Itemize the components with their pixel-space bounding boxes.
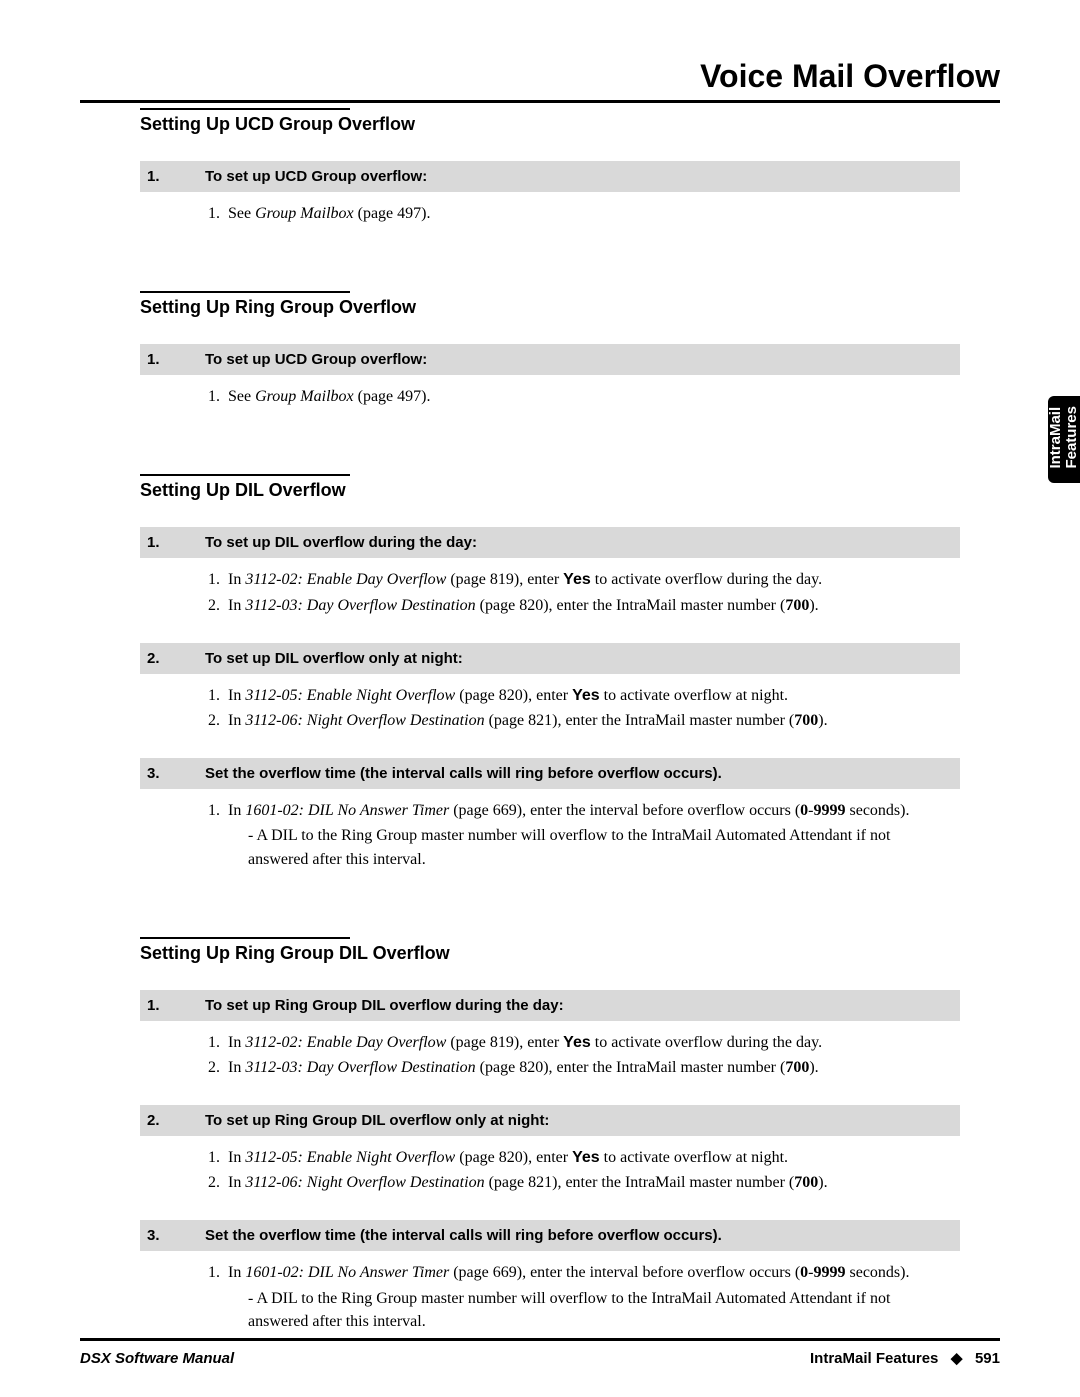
section-heading: Setting Up Ring Group DIL Overflow — [140, 943, 960, 964]
step-list: See Group Mailbox (page 497). — [198, 202, 950, 225]
step-body: See Group Mailbox (page 497). — [140, 375, 960, 434]
step-list: In 3112-02: Enable Day Overflow (page 81… — [198, 568, 950, 616]
step-header: 1.To set up UCD Group overflow: — [140, 161, 960, 192]
section: Setting Up DIL Overflow1.To set up DIL o… — [140, 474, 960, 896]
step-number: 1. — [141, 991, 205, 1020]
footer-rule — [80, 1338, 1000, 1341]
page: Voice Mail Overflow IntraMailFeatures Se… — [0, 0, 1080, 1397]
step-body: In 1601-02: DIL No Answer Timer (page 66… — [140, 1251, 960, 1359]
step-list-item: In 3112-03: Day Overflow Destination (pa… — [224, 594, 950, 617]
page-title: Voice Mail Overflow — [700, 58, 1000, 95]
step-list-item: In 3112-05: Enable Night Overflow (page … — [224, 684, 950, 707]
section-rule — [140, 291, 350, 293]
step-list-item: In 3112-06: Night Overflow Destination (… — [224, 1171, 950, 1194]
step-title: To set up DIL overflow only at night: — [205, 644, 959, 673]
side-tab-label: IntraMailFeatures — [1048, 406, 1080, 469]
section: Setting Up Ring Group DIL Overflow1.To s… — [140, 937, 960, 1359]
footer-right: IntraMail Features ◆ 591 — [810, 1349, 1000, 1367]
footer: DSX Software Manual IntraMail Features ◆… — [80, 1349, 1000, 1367]
title-rule — [80, 100, 1000, 103]
step-header: 1.To set up DIL overflow during the day: — [140, 527, 960, 558]
step-list: In 3112-05: Enable Night Overflow (page … — [198, 1146, 950, 1194]
section-heading: Setting Up Ring Group Overflow — [140, 297, 960, 318]
step-title: To set up UCD Group overflow: — [205, 345, 959, 374]
step-body: In 3112-05: Enable Night Overflow (page … — [140, 1136, 960, 1220]
step-number: 3. — [141, 1221, 205, 1250]
step-list-item: In 1601-02: DIL No Answer Timer (page 66… — [224, 799, 950, 871]
step-list-item: In 3112-02: Enable Day Overflow (page 81… — [224, 1031, 950, 1054]
step-number: 1. — [141, 528, 205, 557]
step-header: 1.To set up UCD Group overflow: — [140, 344, 960, 375]
step-list-item: In 3112-05: Enable Night Overflow (page … — [224, 1146, 950, 1169]
step-list-item: In 3112-06: Night Overflow Destination (… — [224, 709, 950, 732]
footer-diamond-icon: ◆ — [951, 1350, 963, 1367]
section: Setting Up UCD Group Overflow 1.To set up… — [140, 108, 960, 251]
step-header: 3.Set the overflow time (the interval ca… — [140, 758, 960, 789]
footer-section-label: IntraMail Features — [810, 1350, 938, 1367]
step-number: 2. — [141, 644, 205, 673]
step-sublist-item: A DIL to the Ring Group master number wi… — [248, 1287, 950, 1333]
section: Setting Up Ring Group Overflow 1.To set u… — [140, 291, 960, 434]
step-number: 1. — [141, 162, 205, 191]
step-list-item: In 1601-02: DIL No Answer Timer (page 66… — [224, 1261, 950, 1333]
step-list: In 1601-02: DIL No Answer Timer (page 66… — [198, 1261, 950, 1333]
step-list-item: See Group Mailbox (page 497). — [224, 385, 950, 408]
step-list-item: In 3112-03: Day Overflow Destination (pa… — [224, 1056, 950, 1079]
section-rule — [140, 474, 350, 476]
step-body: In 3112-05: Enable Night Overflow (page … — [140, 674, 960, 758]
section-rule — [140, 108, 350, 110]
step-list-item: See Group Mailbox (page 497). — [224, 202, 950, 225]
section-heading: Setting Up UCD Group Overflow — [140, 114, 960, 135]
step-title: To set up Ring Group DIL overflow during… — [205, 991, 959, 1020]
section-gap — [140, 434, 960, 474]
step-title: To set up Ring Group DIL overflow only a… — [205, 1106, 959, 1135]
step-sublist-item: A DIL to the Ring Group master number wi… — [248, 824, 950, 870]
section-rule — [140, 937, 350, 939]
step-body: In 3112-02: Enable Day Overflow (page 81… — [140, 1021, 960, 1105]
step-header: 2.To set up DIL overflow only at night: — [140, 643, 960, 674]
step-sublist: A DIL to the Ring Group master number wi… — [228, 824, 950, 870]
step-sublist: A DIL to the Ring Group master number wi… — [228, 1287, 950, 1333]
content-area: Setting Up UCD Group Overflow1.To set up… — [140, 108, 960, 1359]
step-list-item: In 3112-02: Enable Day Overflow (page 81… — [224, 568, 950, 591]
step-title: Set the overflow time (the interval call… — [205, 1221, 959, 1250]
step-list: See Group Mailbox (page 497). — [198, 385, 950, 408]
section-gap — [140, 897, 960, 937]
step-number: 3. — [141, 759, 205, 788]
step-body: See Group Mailbox (page 497). — [140, 192, 960, 251]
section-heading: Setting Up DIL Overflow — [140, 480, 960, 501]
section-gap — [140, 251, 960, 291]
side-tab: IntraMailFeatures — [1048, 396, 1080, 483]
step-header: 3.Set the overflow time (the interval ca… — [140, 1220, 960, 1251]
step-list: In 1601-02: DIL No Answer Timer (page 66… — [198, 799, 950, 871]
step-list: In 3112-02: Enable Day Overflow (page 81… — [198, 1031, 950, 1079]
step-title: To set up DIL overflow during the day: — [205, 528, 959, 557]
step-title: To set up UCD Group overflow: — [205, 162, 959, 191]
step-header: 2.To set up Ring Group DIL overflow only… — [140, 1105, 960, 1136]
footer-left: DSX Software Manual — [80, 1350, 234, 1367]
footer-page-number: 591 — [975, 1350, 1000, 1367]
step-list: In 3112-05: Enable Night Overflow (page … — [198, 684, 950, 732]
step-title: Set the overflow time (the interval call… — [205, 759, 959, 788]
step-body: In 3112-02: Enable Day Overflow (page 81… — [140, 558, 960, 642]
step-number: 2. — [141, 1106, 205, 1135]
step-body: In 1601-02: DIL No Answer Timer (page 66… — [140, 789, 960, 897]
step-header: 1.To set up Ring Group DIL overflow duri… — [140, 990, 960, 1021]
step-number: 1. — [141, 345, 205, 374]
